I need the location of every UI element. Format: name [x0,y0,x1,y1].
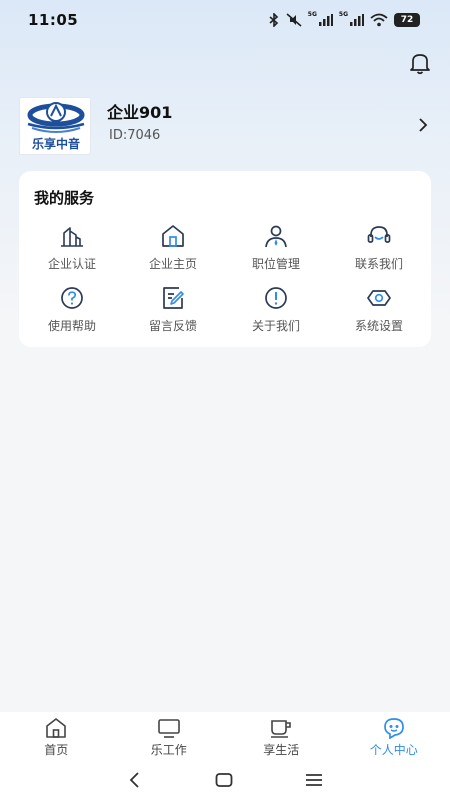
service-enterprise-homepage[interactable]: 企业主页 [123,223,223,275]
nav-label: 首页 [44,743,69,757]
user-tie-icon [265,225,287,248]
company-logo-text: 乐享中音 [31,137,80,151]
battery-icon: 72 [394,13,420,27]
nav-item-life[interactable]: 享生活 [225,712,338,760]
bluetooth-icon [269,13,278,27]
monitor-icon [157,719,180,738]
chevron-right-icon[interactable] [417,117,429,133]
menu-icon[interactable] [305,772,323,788]
service-system-settings[interactable]: 系统设置 [329,285,429,337]
cup-icon [271,720,292,738]
service-label: 关于我们 [251,319,300,333]
back-icon[interactable] [127,771,143,789]
service-contact-us[interactable]: 联系我们 [329,223,429,275]
bottom-nav: 首页 乐工作 享生活 个人中心 [0,712,450,760]
home-square-icon[interactable] [215,772,233,788]
settings-icon [367,290,391,306]
nav-item-profile[interactable]: 个人中心 [338,712,450,760]
status-time: 11:05 [28,11,79,29]
service-about-us[interactable]: 关于我们 [226,285,326,337]
buildings-icon [61,227,83,247]
service-label: 职位管理 [251,257,300,271]
wifi-icon [370,13,388,27]
edit-note-icon [163,287,184,309]
service-label: 企业认证 [47,257,96,271]
service-enterprise-certification[interactable]: 企业认证 [22,223,122,275]
mute-icon [286,13,302,27]
company-name: 企业901 [107,103,173,122]
headset-icon [367,226,391,243]
service-position-management[interactable]: 职位管理 [226,223,326,275]
company-logo-emblem [27,102,85,133]
status-bar: 11:05 5G 5G 72 [0,0,450,40]
service-feedback[interactable]: 留言反馈 [123,285,223,337]
home-icon [162,225,184,247]
services-card: 我的服务 企业认证 企业主页 职位管理 联系我们 使用帮助 留言反馈 关于我们 … [19,171,431,347]
status-icons: 5G 5G 72 [268,11,420,27]
info-icon [265,287,287,309]
system-nav-bar [0,760,450,800]
nav-label: 个人中心 [369,743,418,757]
company-logo: 乐享中音 [19,97,91,155]
service-label: 企业主页 [148,257,197,271]
nav-label: 乐工作 [150,743,187,757]
nav-item-home[interactable]: 首页 [0,712,113,760]
profile-section[interactable]: 乐享中音 企业901 ID:7046 [19,97,435,157]
company-id: ID:7046 [109,128,161,143]
robot-icon [383,718,404,739]
service-help[interactable]: 使用帮助 [22,285,122,337]
signal-icon [318,14,333,26]
nav-label: 享生活 [263,743,300,757]
services-title: 我的服务 [34,189,95,207]
service-label: 联系我们 [354,257,403,271]
bell-icon[interactable] [407,50,433,76]
service-label: 使用帮助 [47,319,96,333]
service-label: 系统设置 [354,319,403,333]
signal-icon-2 [350,14,364,26]
signal-5g-label-2: 5G [338,11,348,18]
nav-item-work[interactable]: 乐工作 [113,712,226,760]
help-icon [61,287,83,309]
service-label: 留言反馈 [148,319,197,333]
home-icon [46,718,67,738]
signal-5g-label: 5G [307,11,317,18]
